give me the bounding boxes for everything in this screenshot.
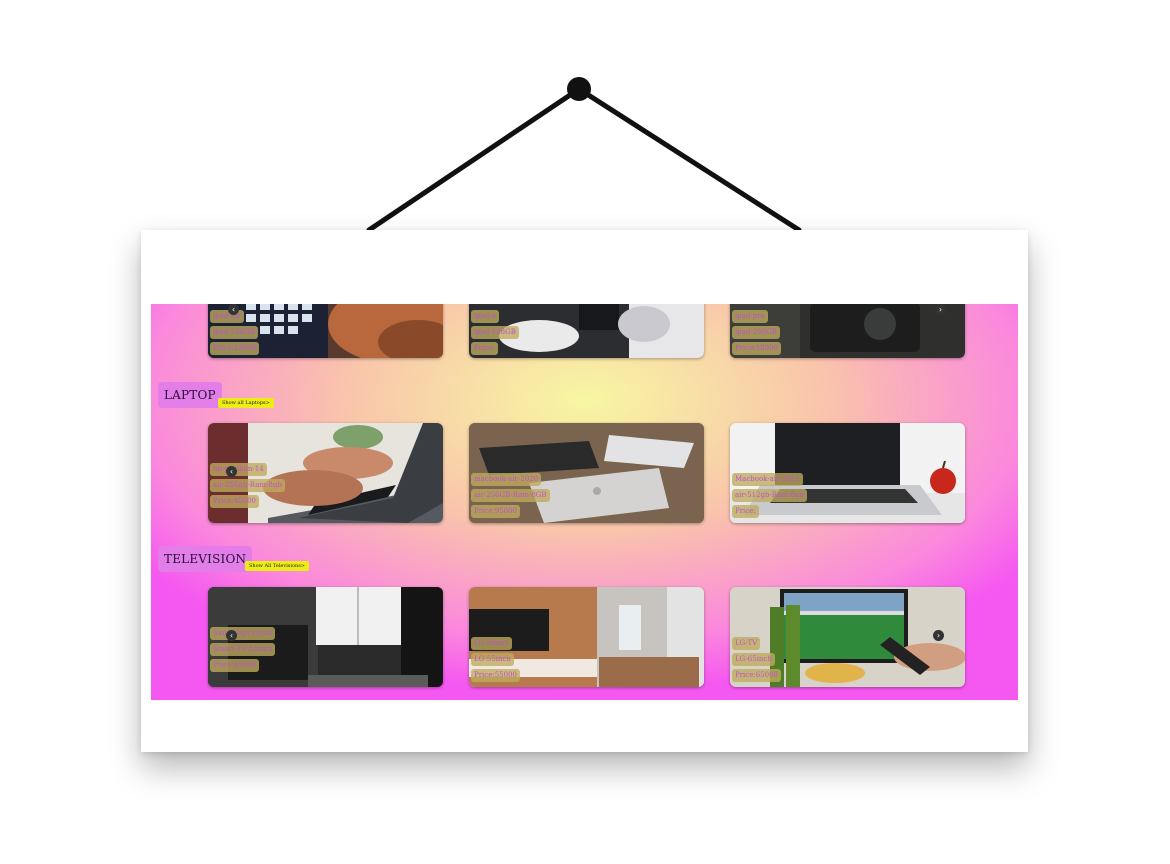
product-name-tag: macbook-air-2020 (471, 473, 542, 486)
product-card[interactable]: ipad-pro ipad-256GB Price:18000 › (730, 304, 965, 358)
product-price-tag: Price:65000 (732, 669, 781, 682)
product-price-tag: Price:12000 (210, 342, 259, 355)
nail-icon (567, 77, 591, 101)
product-spec-tag: air-512gb-Ram-8gb (732, 489, 807, 502)
product-name-tag: LG-Smart (471, 637, 512, 650)
carousel-prev-button[interactable]: ‹ (226, 630, 237, 641)
product-card[interactable]: hp-pavilion-14 air-256gb-Ram-8gb Price:4… (208, 423, 443, 523)
product-price-tag: Price:55000 (471, 669, 520, 682)
carousel-next-button[interactable]: › (933, 630, 944, 641)
product-name-tag: ipad-pro (732, 310, 768, 323)
product-spec-tag: air-256gb-Ram-8gb (210, 479, 285, 492)
product-card[interactable]: LG-TV LG-65inch Price:65000 › (730, 587, 965, 687)
product-price-tag: Price: (471, 342, 498, 355)
hanging-frame: ipad-air ipad-256GB Price:12000 ‹ ipad-a… (141, 230, 1028, 752)
carousel-next-button[interactable]: › (935, 304, 946, 315)
product-price-tag: Price:45000 (210, 495, 259, 508)
product-card[interactable]: ipad-a ipad-128GB Price: (469, 304, 704, 358)
show-all-televisions-button[interactable]: Show All Televisions> (245, 561, 309, 571)
carousel-prev-button[interactable]: ‹ (226, 466, 237, 477)
product-card[interactable]: ipad-air ipad-256GB Price:12000 ‹ (208, 304, 443, 358)
product-price-tag: Price:45000 (210, 659, 259, 672)
product-spec-tag: Smart-TV-43inch (210, 643, 276, 656)
product-spec-tag: air-256GB-Ram-8GB (471, 489, 550, 502)
section-title-laptop: LAPTOP (158, 382, 222, 408)
product-card[interactable]: Samsung-crystal Smart-TV-43inch Price:45… (208, 587, 443, 687)
product-name-tag: LG-TV (732, 637, 761, 650)
product-spec-tag: ipad-128GB (471, 326, 519, 339)
website-screenshot: ipad-air ipad-256GB Price:12000 ‹ ipad-a… (151, 304, 1018, 700)
product-name-tag: ipad-a (471, 310, 499, 323)
product-name-tag: hp-pavilion-14 (210, 463, 267, 476)
product-spec-tag: LG-55inch (471, 653, 514, 666)
product-spec-tag: ipad-256GB (210, 326, 258, 339)
product-spec-tag: ipad-256GB (732, 326, 780, 339)
product-card[interactable]: Macbook-air-2021 air-512gb-Ram-8gb Price… (730, 423, 965, 523)
product-spec-tag: LG-65inch (732, 653, 775, 666)
section-title-television: TELEVISION (158, 546, 253, 572)
product-name-tag: Macbook-air-2021 (732, 473, 803, 486)
product-price-tag: Price:18000 (732, 342, 781, 355)
product-card[interactable]: LG-Smart LG-55inch Price:55000 (469, 587, 704, 687)
product-price-tag: Price:95000 (471, 505, 520, 518)
show-all-laptops-button[interactable]: Show all Laptops> (218, 398, 274, 408)
carousel-prev-button[interactable]: ‹ (228, 304, 239, 315)
product-price-tag: Price: (732, 505, 759, 518)
product-name-tag: Samsung-crystal (210, 627, 276, 640)
product-name-tag: ipad-air (210, 310, 244, 323)
product-card[interactable]: macbook-air-2020 air-256GB-Ram-8GB Price… (469, 423, 704, 523)
